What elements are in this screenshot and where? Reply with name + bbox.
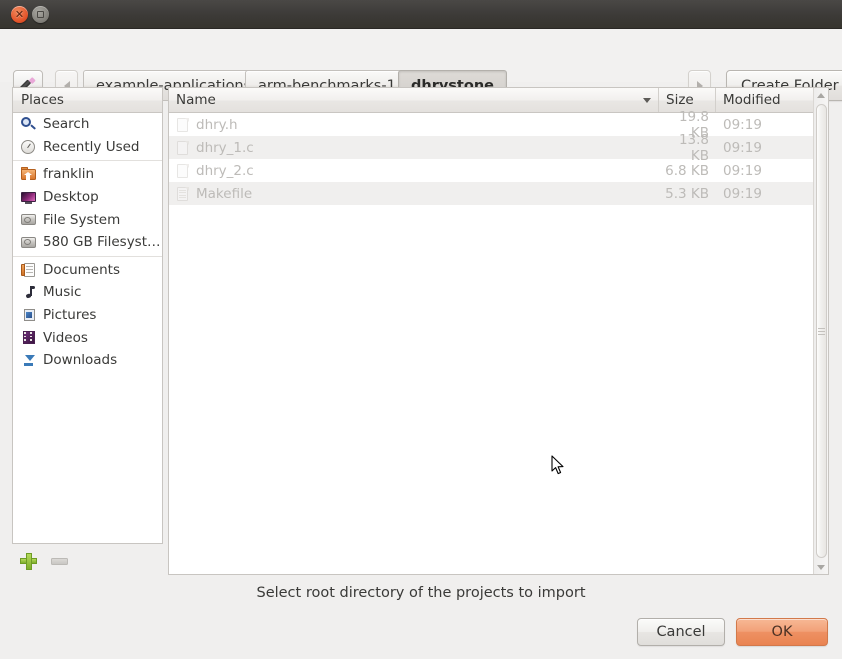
grip-icon: [818, 326, 825, 337]
maximize-window-button[interactable]: [32, 6, 49, 23]
title-bar: ✕: [0, 0, 842, 29]
sidebar-item-file-system[interactable]: File System: [13, 208, 162, 231]
sort-descending-icon: [643, 98, 651, 103]
file-name: dhry_2.c: [196, 163, 254, 179]
sidebar-item-label: Music: [43, 284, 81, 300]
triangle-up-icon: [817, 93, 825, 98]
file-icon: [176, 140, 190, 156]
cell-name: dhry.h: [169, 117, 659, 133]
text-file-icon: [176, 186, 190, 202]
table-row[interactable]: dhry_2.c 6.8 KB09:19: [169, 159, 828, 182]
file-name: dhry.h: [196, 117, 238, 133]
search-icon: [20, 116, 36, 132]
mouse-cursor: [551, 455, 567, 477]
file-list-rows: dhry.h19.8 KB09:19dhry_1.c13.8 KB09:19dh…: [169, 113, 828, 205]
scrollbar-thumb[interactable]: [816, 104, 827, 558]
close-icon: ✕: [15, 9, 24, 20]
desktop-monitor-icon: [20, 189, 36, 205]
places-actions: [20, 551, 160, 571]
pictures-icon: [20, 307, 36, 323]
cell-name: dhry_1.c: [169, 140, 659, 156]
sidebar-item-label: 580 GB Filesyst…: [43, 234, 161, 250]
cell-name: Makefile: [169, 186, 659, 202]
restore-icon: [37, 11, 44, 18]
cell-modified: 09:19: [716, 140, 806, 156]
remove-bookmark-icon: [51, 558, 68, 565]
cell-size: 13.8 KB: [659, 132, 716, 164]
cell-size: 6.8 KB: [659, 163, 716, 179]
sidebar-item-label: Videos: [43, 330, 88, 346]
close-window-button[interactable]: ✕: [11, 6, 28, 23]
cancel-button[interactable]: Cancel: [637, 618, 725, 646]
places-sidebar: Places Search Recently Used franklin Deskto…: [12, 87, 163, 544]
triangle-down-icon: [817, 565, 825, 570]
sidebar-separator: [13, 160, 162, 161]
file-list-header: Name Size Modified: [169, 88, 828, 113]
file-list-pane: Name Size Modified dhry.h19.8 KB09:19dhr…: [168, 87, 829, 575]
sidebar-item-label: File System: [43, 212, 120, 228]
videos-icon: [20, 330, 36, 346]
file-icon: [176, 163, 190, 179]
places-header-label: Places: [21, 92, 64, 108]
hard-disk-icon: [20, 212, 36, 228]
sidebar-item-label: franklin: [43, 166, 94, 182]
dialog-hint-text: Select root directory of the projects to…: [0, 585, 842, 601]
places-list[interactable]: Search Recently Used franklin Desktop File S…: [13, 113, 162, 372]
dialog-buttons: Cancel OK: [637, 618, 828, 646]
file-name: dhry_1.c: [196, 140, 254, 156]
sidebar-item-search[interactable]: Search: [13, 113, 162, 136]
sidebar-item-580-gb-filesyst[interactable]: 580 GB Filesyst…: [13, 231, 162, 254]
sidebar-item-videos[interactable]: Videos: [13, 326, 162, 349]
cell-modified: 09:19: [716, 186, 806, 202]
sidebar-item-label: Search: [43, 116, 89, 132]
home-folder-icon: [20, 166, 36, 182]
cell-modified: 09:19: [716, 163, 806, 179]
downloads-icon: [20, 352, 36, 368]
clock-icon: [20, 139, 36, 155]
table-row[interactable]: Makefile 5.3 KB09:19: [169, 182, 828, 205]
scroll-up-button[interactable]: [814, 88, 828, 102]
sidebar-item-downloads[interactable]: Downloads: [13, 349, 162, 372]
sidebar-item-label: Pictures: [43, 307, 96, 323]
file-list-scrollbar[interactable]: [813, 88, 828, 574]
table-row[interactable]: dhry_1.c13.8 KB09:19: [169, 136, 828, 159]
column-header-modified-label: Modified: [723, 92, 781, 108]
cell-name: dhry_2.c: [169, 163, 659, 179]
sidebar-item-franklin[interactable]: franklin: [13, 163, 162, 186]
sidebar-item-desktop[interactable]: Desktop: [13, 186, 162, 209]
column-header-name[interactable]: Name: [169, 88, 659, 112]
ok-button[interactable]: OK: [736, 618, 828, 646]
column-header-modified[interactable]: Modified: [716, 88, 806, 112]
sidebar-item-label: Desktop: [43, 189, 99, 205]
scroll-down-button[interactable]: [814, 560, 828, 574]
documents-icon: [20, 262, 36, 278]
places-header: Places: [13, 88, 162, 113]
ok-label: OK: [772, 624, 793, 640]
cancel-label: Cancel: [656, 624, 705, 640]
column-header-name-label: Name: [176, 92, 216, 108]
sidebar-item-documents[interactable]: Documents: [13, 259, 162, 282]
file-icon: [176, 117, 190, 133]
add-bookmark-icon[interactable]: [20, 553, 37, 570]
sidebar-item-recently-used[interactable]: Recently Used: [13, 136, 162, 159]
sidebar-item-label: Downloads: [43, 352, 117, 368]
column-header-size-label: Size: [666, 92, 694, 108]
path-toolbar: example-applications arm-benchmarks-1.3 …: [0, 29, 842, 82]
sidebar-item-music[interactable]: Music: [13, 281, 162, 304]
cell-modified: 09:19: [716, 117, 806, 133]
cell-size: 5.3 KB: [659, 186, 716, 202]
sidebar-separator: [13, 256, 162, 257]
sidebar-item-pictures[interactable]: Pictures: [13, 304, 162, 327]
music-icon: [20, 284, 36, 300]
hard-disk-icon: [20, 234, 36, 250]
sidebar-item-label: Documents: [43, 262, 120, 278]
table-row[interactable]: dhry.h19.8 KB09:19: [169, 113, 828, 136]
sidebar-item-label: Recently Used: [43, 139, 139, 155]
file-name: Makefile: [196, 186, 252, 202]
